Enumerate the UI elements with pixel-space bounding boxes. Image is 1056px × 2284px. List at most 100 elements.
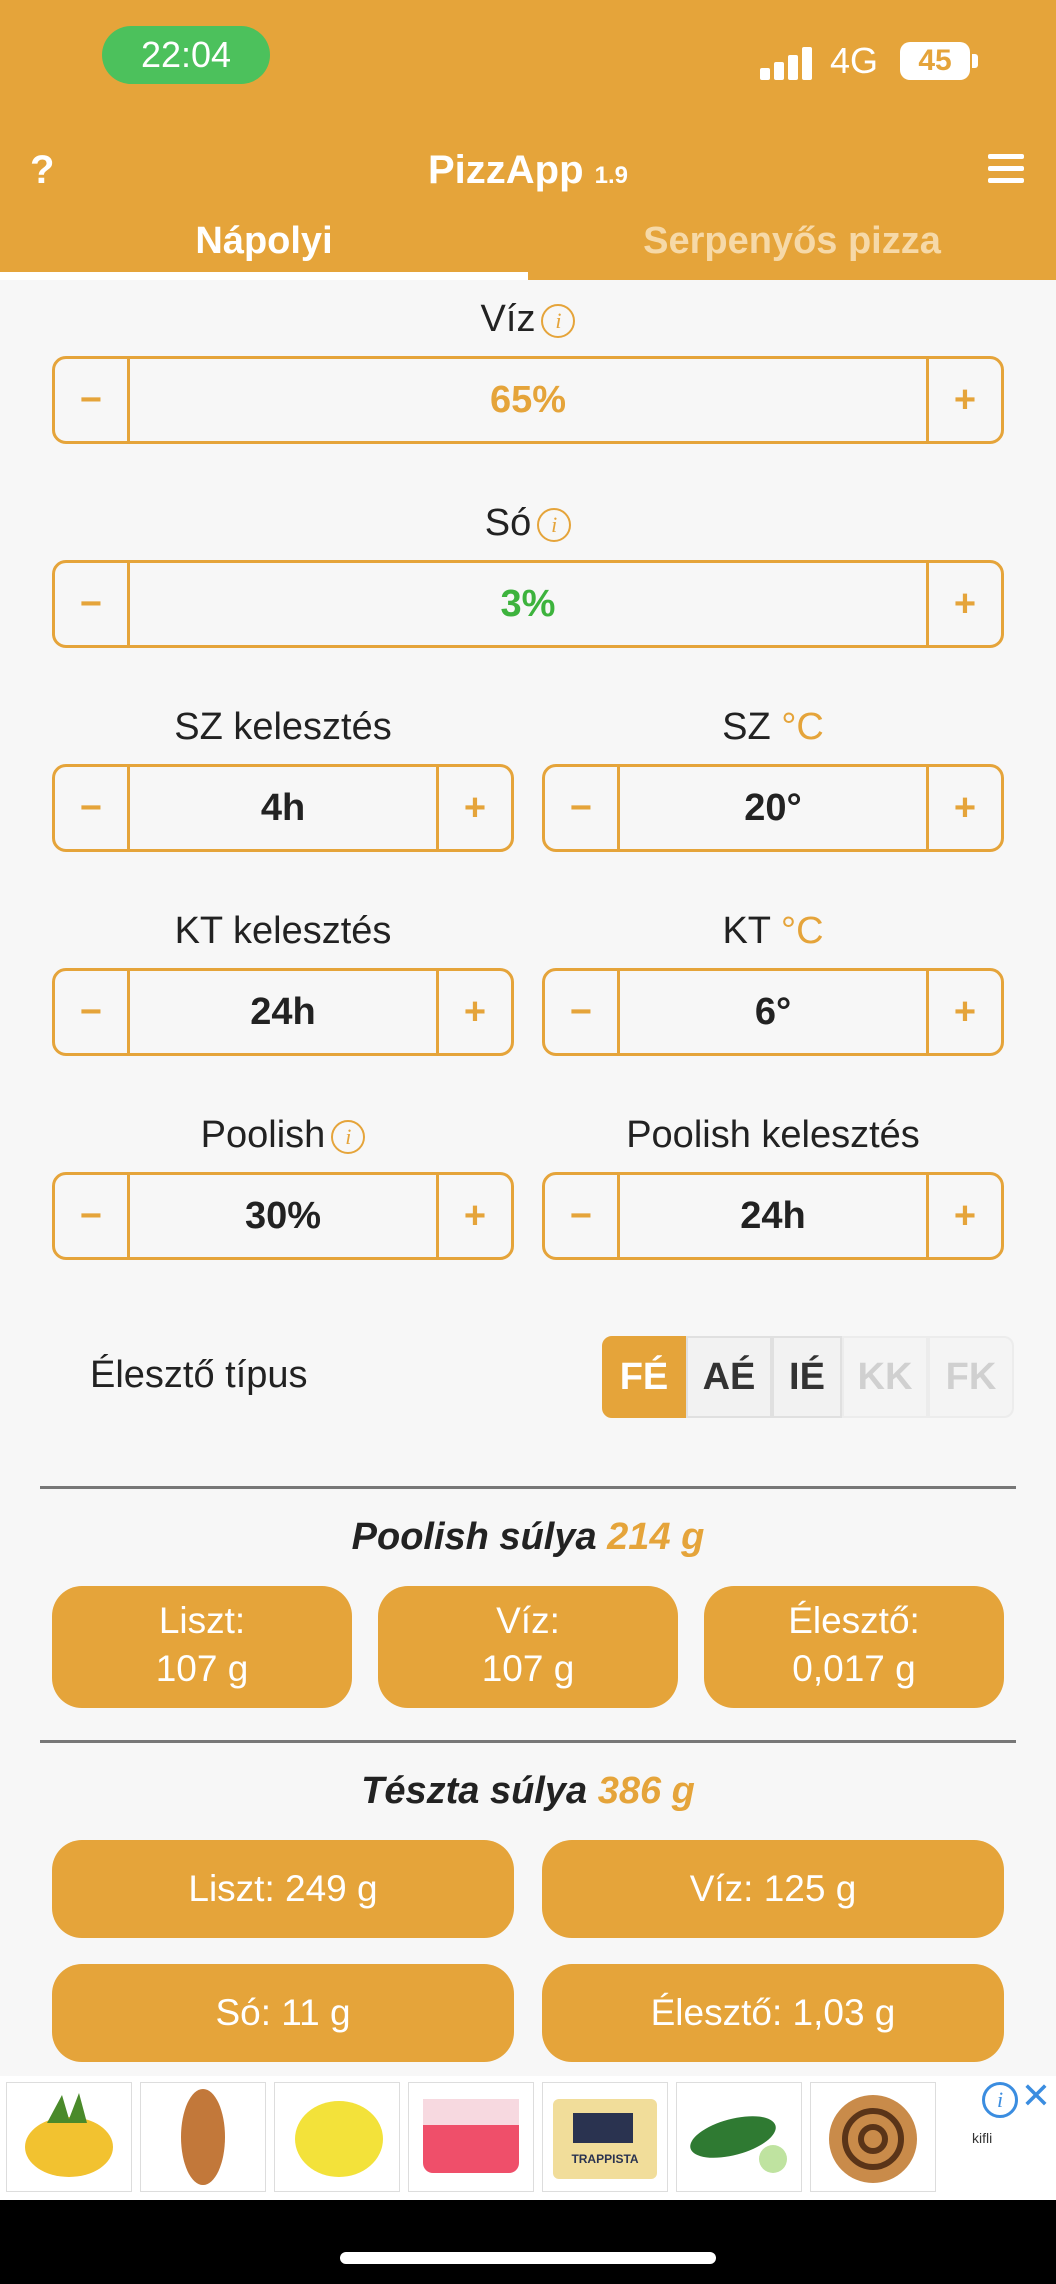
sz-temp-value: 20° [744,787,802,829]
water-plus-button[interactable]: + [926,359,1001,441]
divider [40,1740,1016,1743]
kt-temp-stepper: − 6° + [542,968,1004,1056]
sz-rise-value: 4h [260,787,306,829]
battery-icon: 45 [900,42,970,80]
salt-label-text: Só [484,502,532,544]
sz-rise-stepper: − 4h + [52,764,514,852]
sz-rise-label: SZ kelesztés [174,706,392,748]
salt-plus-button[interactable]: + [926,563,1001,645]
sz-temp-label-text: SZ [722,706,771,748]
sz-temp-plus-button[interactable]: + [926,767,1001,849]
app-name: PizzApp [427,148,584,192]
ad-pineapple-image[interactable] [6,2082,132,2192]
kt-rise-minus-button[interactable]: − [55,971,130,1053]
water-minus-button[interactable]: − [55,359,130,441]
poolish-weight-title: Poolish súlya 214 g [0,1516,1056,1559]
poolish-water-pill: Víz: 107 g [378,1586,678,1708]
yeast-option-fk: FK [928,1336,1014,1418]
kt-rise-label: KT kelesztés [174,910,392,952]
yeast-option-kk: KK [842,1336,928,1418]
sz-temp-unit: °C [781,706,824,748]
network-label: 4G [830,40,879,81]
ad-bread-image[interactable] [140,2082,266,2192]
water-stepper: − 65% + [52,356,1004,444]
poolish-yeast-label: Élesztő: [788,1600,920,1641]
salt-value: 3% [500,583,556,625]
tab-serpenyos[interactable]: Serpenyős pizza [528,220,1056,263]
ad-info-icon[interactable]: i [982,2082,1018,2118]
kt-temp-value: 6° [754,991,792,1033]
ad-cucumber-image[interactable] [676,2082,802,2192]
poolish-flour-label: Liszt: [158,1600,246,1641]
home-bar [0,2200,1056,2284]
poolish-yeast-value: 0,017 g [792,1648,916,1689]
poolish-water-value: 107 g [481,1648,575,1689]
info-icon[interactable]: i [537,507,572,542]
dough-weight-amount: 386 g [597,1770,695,1812]
poolish-label: Poolish i [52,1114,514,1157]
poolish-stepper: − 30% + [52,1172,514,1260]
sz-rise-plus-button[interactable]: + [436,767,511,849]
kt-rise-value: 24h [250,991,316,1033]
salt-label: Só i [0,502,1056,545]
yeast-option-ie[interactable]: IÉ [772,1336,842,1418]
kt-temp-minus-button[interactable]: − [545,971,620,1053]
home-indicator[interactable] [340,2252,716,2264]
poolish-flour-pill: Liszt: 107 g [52,1586,352,1708]
tab-napolyi[interactable]: Nápolyi [0,220,528,263]
salt-stepper: − 3% + [52,560,1004,648]
divider [40,1486,1016,1489]
battery-tip [972,54,978,68]
salt-minus-button[interactable]: − [55,563,130,645]
water-label: Víz i [0,298,1056,341]
active-tab-indicator [0,272,528,280]
info-icon[interactable]: i [541,303,576,338]
poolish-rise-plus-button[interactable]: + [926,1175,1001,1257]
kt-temp-plus-button[interactable]: + [926,971,1001,1053]
ad-close-icon[interactable]: ✕ [1020,2078,1052,2114]
menu-icon[interactable] [988,154,1024,184]
yeast-type-label: Élesztő típus [90,1354,308,1396]
signal-icon [760,46,816,80]
ad-pastry-image[interactable] [810,2082,936,2192]
sz-temp-minus-button[interactable]: − [545,767,620,849]
sz-rise-minus-button[interactable]: − [55,767,130,849]
poolish-plus-button[interactable]: + [436,1175,511,1257]
poolish-rise-label: Poolish kelesztés [626,1114,920,1156]
poolish-label-text: Poolish [200,1114,326,1156]
yeast-option-ae[interactable]: AÉ [686,1336,772,1418]
sz-temp-label: SZ °C [542,706,1004,749]
poolish-rise-stepper: − 24h + [542,1172,1004,1260]
poolish-minus-button[interactable]: − [55,1175,130,1257]
dough-salt-pill: Só: 11 g [52,1964,514,2062]
poolish-yeast-pill: Élesztő: 0,017 g [704,1586,1004,1708]
ad-yogurt-image[interactable] [408,2082,534,2192]
dough-yeast-pill: Élesztő: 1,03 g [542,1964,1004,2062]
dough-water-pill: Víz: 125 g [542,1840,1004,1938]
kt-rise-plus-button[interactable]: + [436,971,511,1053]
kt-temp-unit: °C [780,910,824,952]
poolish-water-label: Víz: [496,1600,560,1641]
ad-lemon-image[interactable] [274,2082,400,2192]
poolish-value: 30% [244,1195,322,1237]
water-value: 65% [489,379,567,421]
poolish-weight-amount: 214 g [607,1516,705,1558]
dough-flour-pill: Liszt: 249 g [52,1840,514,1938]
info-icon[interactable]: i [331,1119,366,1154]
kt-temp-label-text: KT [722,910,771,952]
ad-cheese-image[interactable]: TRAPPISTA [542,2082,668,2192]
dough-weight-title-text: Tészta súlya [361,1770,588,1812]
kt-rise-stepper: − 24h + [52,968,514,1056]
app-version: 1.9 [594,162,629,189]
sz-temp-stepper: − 20° + [542,764,1004,852]
water-label-text: Víz [480,298,536,340]
poolish-weight-title-text: Poolish súlya [351,1516,597,1558]
ad-cheese-brand: TRAPPISTA [571,2152,638,2166]
kt-temp-label: KT °C [542,910,1004,953]
app-header: 22:04 4G 45 ? PizzApp 1.9 Nápolyi Serpen… [0,0,1056,280]
poolish-rise-minus-button[interactable]: − [545,1175,620,1257]
ad-product-text: kifli [972,2130,993,2146]
dough-weight-title: Tészta súlya 386 g [0,1770,1056,1813]
yeast-option-fe[interactable]: FÉ [602,1336,686,1418]
status-time: 22:04 [102,26,270,84]
